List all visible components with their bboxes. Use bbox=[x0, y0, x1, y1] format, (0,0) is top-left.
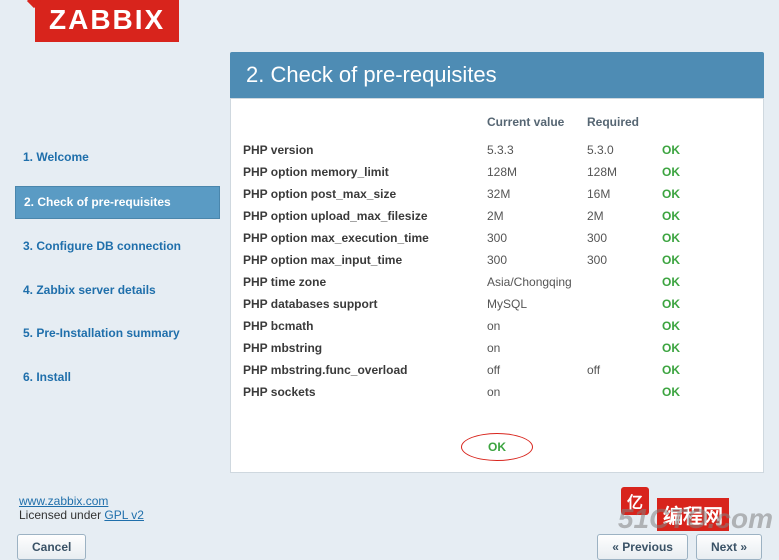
zabbix-logo: ZABBIX bbox=[35, 0, 179, 42]
cancel-button[interactable]: Cancel bbox=[17, 534, 86, 560]
check-name: PHP databases support bbox=[233, 293, 483, 315]
col-current-header: Current value bbox=[483, 109, 583, 139]
check-current: on bbox=[483, 381, 583, 403]
previous-button[interactable]: « Previous bbox=[597, 534, 688, 560]
check-name: PHP bcmath bbox=[233, 315, 483, 337]
next-button[interactable]: Next » bbox=[696, 534, 762, 560]
check-name: PHP option upload_max_filesize bbox=[233, 205, 483, 227]
check-status: OK bbox=[658, 227, 761, 249]
check-status: OK bbox=[658, 161, 761, 183]
license-link[interactable]: GPL v2 bbox=[104, 508, 144, 522]
check-status: OK bbox=[658, 337, 761, 359]
check-current: MySQL bbox=[483, 293, 583, 315]
check-current: 128M bbox=[483, 161, 583, 183]
table-row: PHP option max_input_time300300OK bbox=[233, 249, 761, 271]
summary-status: OK bbox=[488, 440, 506, 454]
main-area: 1. Welcome 2. Check of pre-requisites 3.… bbox=[15, 42, 764, 482]
footer: www.zabbix.com Licensed under GPL v2 bbox=[15, 494, 764, 522]
table-row: PHP option memory_limit128M128MOK bbox=[233, 161, 761, 183]
summary-bar: OK bbox=[231, 422, 763, 472]
check-current: off bbox=[483, 359, 583, 381]
checks-table: Current value Required PHP version5.3.35… bbox=[233, 109, 761, 403]
table-row: PHP option max_execution_time300300OK bbox=[233, 227, 761, 249]
check-status: OK bbox=[658, 139, 761, 161]
table-row: PHP time zoneAsia/Chongqing OK bbox=[233, 271, 761, 293]
check-name: PHP time zone bbox=[233, 271, 483, 293]
check-current: 300 bbox=[483, 249, 583, 271]
col-status-header bbox=[658, 109, 761, 139]
check-name: PHP mbstring.func_overload bbox=[233, 359, 483, 381]
table-row: PHP option post_max_size32M16MOK bbox=[233, 183, 761, 205]
check-required: off bbox=[583, 359, 658, 381]
check-required bbox=[583, 337, 658, 359]
check-status: OK bbox=[658, 205, 761, 227]
table-row: PHP socketson OK bbox=[233, 381, 761, 403]
check-name: PHP sockets bbox=[233, 381, 483, 403]
table-row: PHP version5.3.35.3.0OK bbox=[233, 139, 761, 161]
check-name: PHP option post_max_size bbox=[233, 183, 483, 205]
sidebar-item-prerequisites[interactable]: 2. Check of pre-requisites bbox=[15, 186, 220, 220]
check-current: 2M bbox=[483, 205, 583, 227]
table-row: PHP mbstringon OK bbox=[233, 337, 761, 359]
check-name: PHP mbstring bbox=[233, 337, 483, 359]
check-required: 2M bbox=[583, 205, 658, 227]
sidebar-item-welcome[interactable]: 1. Welcome bbox=[15, 142, 220, 174]
check-current: 5.3.3 bbox=[483, 139, 583, 161]
check-required: 16M bbox=[583, 183, 658, 205]
check-status: OK bbox=[658, 249, 761, 271]
col-name-header bbox=[233, 109, 483, 139]
check-name: PHP option memory_limit bbox=[233, 161, 483, 183]
check-current: 32M bbox=[483, 183, 583, 205]
check-required bbox=[583, 293, 658, 315]
scroll-area[interactable]: Current value Required PHP version5.3.35… bbox=[231, 99, 763, 417]
check-required: 300 bbox=[583, 227, 658, 249]
sidebar-item-configure-db[interactable]: 3. Configure DB connection bbox=[15, 231, 220, 263]
table-row: PHP mbstring.func_overloadoffoffOK bbox=[233, 359, 761, 381]
content: 2. Check of pre-requisites Current value… bbox=[230, 52, 764, 482]
check-status: OK bbox=[658, 359, 761, 381]
check-required: 128M bbox=[583, 161, 658, 183]
check-status: OK bbox=[658, 293, 761, 315]
check-status: OK bbox=[658, 315, 761, 337]
check-required: 300 bbox=[583, 249, 658, 271]
license-prefix: Licensed under bbox=[19, 508, 104, 522]
table-header-row: Current value Required bbox=[233, 109, 761, 139]
check-current: Asia/Chongqing bbox=[483, 271, 583, 293]
check-name: PHP option max_execution_time bbox=[233, 227, 483, 249]
col-required-header: Required bbox=[583, 109, 658, 139]
check-required bbox=[583, 381, 658, 403]
check-name: PHP version bbox=[233, 139, 483, 161]
sidebar-item-server-details[interactable]: 4. Zabbix server details bbox=[15, 275, 220, 307]
check-status: OK bbox=[658, 271, 761, 293]
check-current: 300 bbox=[483, 227, 583, 249]
check-name: PHP option max_input_time bbox=[233, 249, 483, 271]
table-row: PHP databases supportMySQL OK bbox=[233, 293, 761, 315]
check-required: 5.3.0 bbox=[583, 139, 658, 161]
check-required bbox=[583, 271, 658, 293]
sidebar: 1. Welcome 2. Check of pre-requisites 3.… bbox=[15, 42, 220, 482]
sidebar-item-install[interactable]: 6. Install bbox=[15, 362, 220, 394]
zabbix-link[interactable]: www.zabbix.com bbox=[19, 494, 108, 508]
check-status: OK bbox=[658, 183, 761, 205]
button-bar: Cancel « Previous Next » bbox=[15, 534, 764, 560]
table-row: PHP bcmathon OK bbox=[233, 315, 761, 337]
check-status: OK bbox=[658, 381, 761, 403]
panel: Current value Required PHP version5.3.35… bbox=[230, 98, 764, 473]
sidebar-item-pre-install-summary[interactable]: 5. Pre-Installation summary bbox=[15, 318, 220, 350]
check-current: on bbox=[483, 337, 583, 359]
step-title: 2. Check of pre-requisites bbox=[230, 52, 764, 98]
table-row: PHP option upload_max_filesize2M2MOK bbox=[233, 205, 761, 227]
check-current: on bbox=[483, 315, 583, 337]
check-required bbox=[583, 315, 658, 337]
nav-button-group: « Previous Next » bbox=[597, 534, 762, 560]
